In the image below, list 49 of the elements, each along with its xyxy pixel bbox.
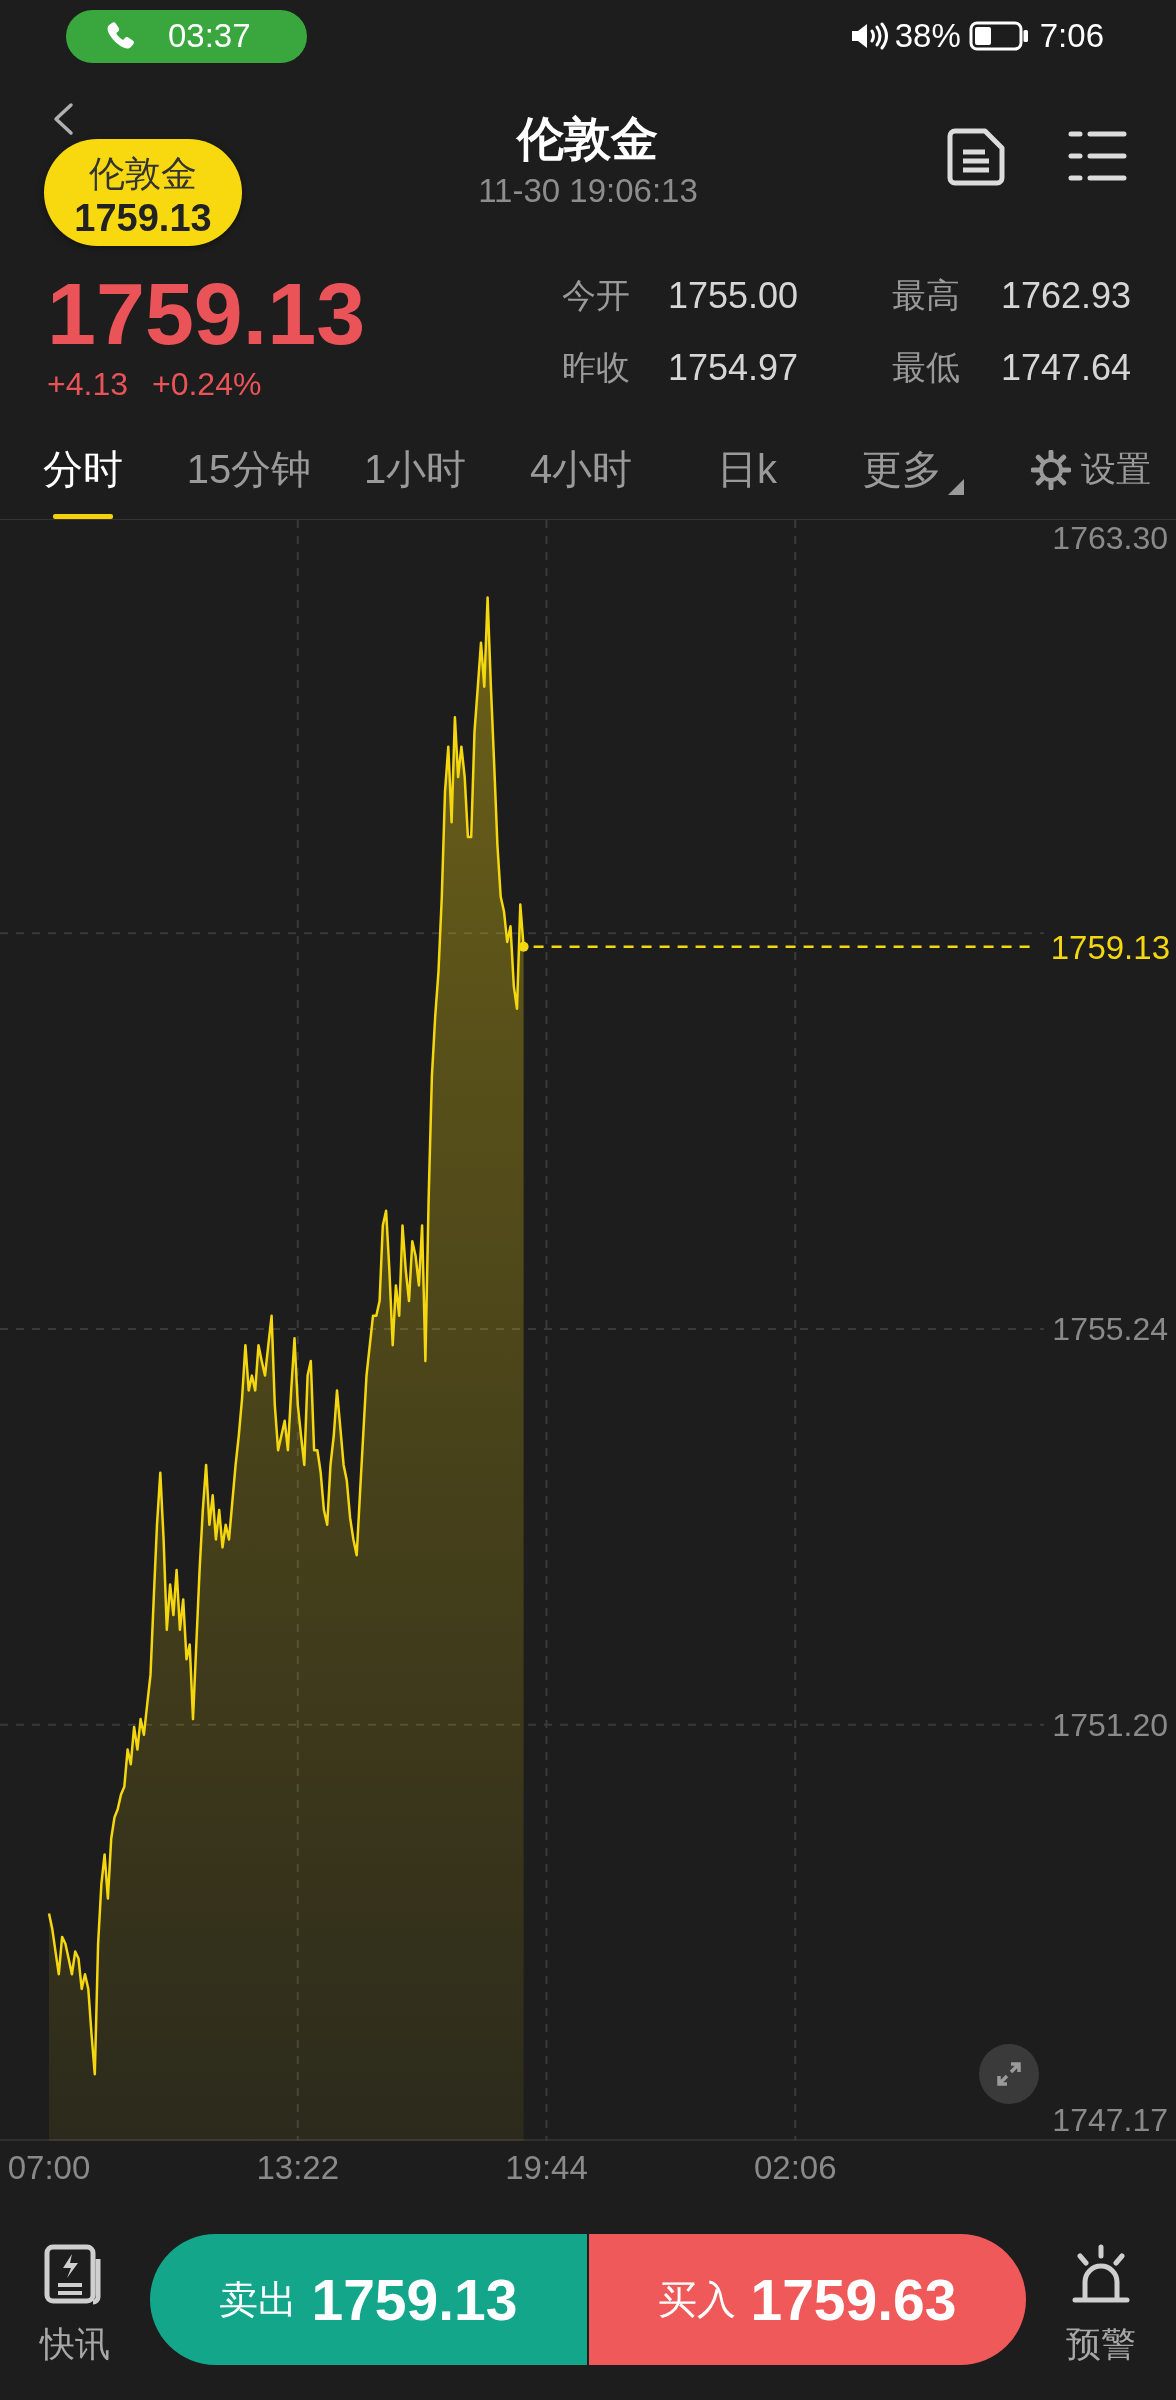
x-axis-label: 02:06 (753, 2149, 837, 2186)
stat-value: 1754.97 (668, 346, 799, 390)
y-axis-label: 1751.20 (1052, 1706, 1168, 1743)
quote-timestamp: 11-30 19:06:13 (478, 171, 698, 211)
y-axis-label: 1763.30 (1052, 520, 1168, 556)
widget-price: 1759.13 (74, 197, 212, 239)
period-tab[interactable]: 15分钟 (166, 420, 332, 519)
call-status-pill[interactable]: 03:37 (66, 9, 307, 63)
price-change: +4.13 (47, 365, 128, 404)
settings-button[interactable]: 设置 (1031, 420, 1176, 519)
period-tab[interactable]: 4小时 (498, 420, 664, 519)
document-icon[interactable] (947, 128, 1005, 186)
period-tab[interactable]: 日k (664, 420, 830, 519)
battery-percent: 38% (894, 17, 961, 55)
stat-label: 今开 (562, 275, 630, 316)
phone-icon (105, 21, 135, 51)
y-axis-label: 1747.17 (1052, 2102, 1168, 2139)
buy-button[interactable]: 买入 1759.63 (589, 2234, 1026, 2365)
price-change-percent: +0.24% (151, 365, 262, 404)
period-tab[interactable]: 更多 (830, 420, 996, 519)
stat-label: 最高 (892, 275, 960, 316)
last-price: 1759.13 (47, 270, 366, 358)
period-tab[interactable]: 1小时 (332, 420, 498, 519)
alert-button[interactable]: 预警 (1026, 2234, 1176, 2364)
expand-icon (996, 2061, 1022, 2087)
page-title: 伦敦金 (517, 111, 659, 167)
call-timer: 03:37 (168, 17, 251, 55)
x-axis-label: 19:44 (505, 2149, 588, 2186)
floating-quote-widget[interactable]: 伦敦金 1759.13 (44, 139, 242, 246)
stat-value: 1755.00 (668, 274, 799, 318)
y-axis-label: 1755.24 (1052, 1310, 1168, 1347)
widget-symbol: 伦敦金 (89, 154, 197, 194)
current-price-label: 1759.13 (1050, 928, 1170, 966)
stat-value: 1762.93 (1001, 274, 1132, 318)
stat-label: 昨收 (562, 347, 630, 388)
period-tab[interactable]: 分时 (0, 420, 166, 519)
clock: 7:06 (1039, 17, 1104, 55)
news-button[interactable]: 快讯 (0, 2234, 150, 2364)
sell-button[interactable]: 卖出 1759.13 (150, 2234, 587, 2365)
siren-icon (1070, 2244, 1132, 2306)
stat-value: 1747.64 (1001, 346, 1132, 390)
x-axis-label: 07:00 (7, 2149, 91, 2186)
caret-icon (948, 478, 964, 495)
stat-label: 最低 (892, 347, 960, 388)
price-marker-icon (518, 941, 529, 952)
battery-icon (968, 21, 1029, 51)
gear-icon (1031, 449, 1071, 490)
x-axis-label: 13:22 (256, 2149, 340, 2186)
back-icon[interactable] (52, 102, 74, 136)
